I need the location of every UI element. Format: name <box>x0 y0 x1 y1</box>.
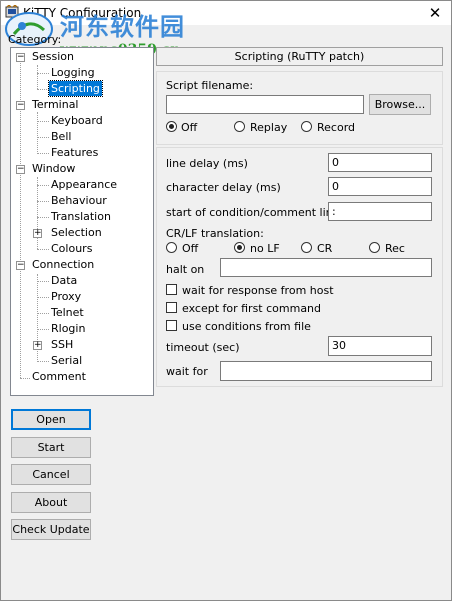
collapse-connection-icon[interactable]: − <box>16 261 25 270</box>
use-conditions-checkbox[interactable] <box>166 320 177 331</box>
tree-item-colours[interactable]: Colours <box>49 241 94 256</box>
tree-item-scripting[interactable]: Scripting <box>48 80 103 97</box>
tree-item-data[interactable]: Data <box>49 273 79 288</box>
timeout-input[interactable]: 30 <box>328 336 432 356</box>
script-filename-label: Script filename: <box>166 79 254 92</box>
crlf-rec-radio[interactable] <box>369 242 380 253</box>
tree-connector-line <box>37 329 49 330</box>
tree-item-selection[interactable]: Selection <box>49 225 104 240</box>
watermark-chinese-text: 河东软件园 <box>60 12 185 41</box>
mode-off-radio[interactable] <box>166 121 177 132</box>
tree-connector-line <box>37 185 49 186</box>
panel-header: Scripting (RuTTY patch) <box>156 47 443 66</box>
tree-connector-line <box>37 217 49 218</box>
tree-item-session[interactable]: Session <box>30 49 76 64</box>
line-delay-label: line delay (ms) <box>166 157 248 170</box>
tree-item-comment[interactable]: Comment <box>30 369 88 384</box>
tree-connector-line <box>37 65 38 89</box>
crlf-nolf-radio[interactable] <box>234 242 245 253</box>
tree-connector-line <box>37 281 49 282</box>
tree-connector-line <box>37 201 49 202</box>
category-label: Category: <box>8 33 62 46</box>
expand-selection-icon[interactable]: + <box>33 229 42 238</box>
mode-replay-label: Replay <box>250 121 288 134</box>
crlf-nolf-label: no LF <box>250 242 280 255</box>
browse-button[interactable]: Browse... <box>369 94 431 115</box>
crlf-rec-label: Rec <box>385 242 405 255</box>
crlf-cr-radio[interactable] <box>301 242 312 253</box>
halt-on-label: halt on <box>166 263 205 276</box>
except-first-label: except for first command <box>182 302 322 315</box>
tree-connector-line <box>37 112 38 152</box>
cond-comment-input[interactable]: : <box>328 202 432 221</box>
wait-response-label: wait for response from host <box>182 284 334 297</box>
timeout-label: timeout (sec) <box>166 341 240 354</box>
close-button[interactable]: ✕ <box>425 3 445 23</box>
tree-item-ssh[interactable]: SSH <box>49 337 75 352</box>
tree-item-bell[interactable]: Bell <box>49 129 73 144</box>
mode-replay-radio[interactable] <box>234 121 245 132</box>
except-first-checkbox[interactable] <box>166 302 177 313</box>
tree-item-proxy[interactable]: Proxy <box>49 289 83 304</box>
wait-for-label: wait for <box>166 365 208 378</box>
crlf-off-label: Off <box>182 242 199 255</box>
collapse-terminal-icon[interactable]: − <box>16 101 25 110</box>
tree-connector-line <box>37 249 49 250</box>
tree-item-terminal[interactable]: Terminal <box>30 97 81 112</box>
tree-connector-line <box>20 378 30 379</box>
mode-record-radio[interactable] <box>301 121 312 132</box>
tree-item-behaviour[interactable]: Behaviour <box>49 193 109 208</box>
tree-connector-line <box>37 89 49 90</box>
tree-item-keyboard[interactable]: Keyboard <box>49 113 105 128</box>
cancel-button[interactable]: Cancel <box>11 464 91 485</box>
tree-connector-line <box>37 153 49 154</box>
tree-item-features[interactable]: Features <box>49 145 100 160</box>
tree-item-logging[interactable]: Logging <box>49 65 97 80</box>
tree-item-appearance[interactable]: Appearance <box>49 177 119 192</box>
tree-item-connection[interactable]: Connection <box>30 257 96 272</box>
tree-item-window[interactable]: Window <box>30 161 77 176</box>
script-filename-input[interactable] <box>166 95 364 114</box>
expand-ssh-icon[interactable]: + <box>33 341 42 350</box>
tree-item-serial[interactable]: Serial <box>49 353 84 368</box>
tree-connector-line <box>37 177 38 249</box>
tree-connector-line <box>37 361 49 362</box>
collapse-session-icon[interactable]: − <box>16 53 25 62</box>
use-conditions-label: use conditions from file <box>182 320 311 333</box>
wait-response-checkbox[interactable] <box>166 284 177 295</box>
about-button[interactable]: About <box>11 492 91 513</box>
tree-connector-line <box>37 137 49 138</box>
char-delay-label: character delay (ms) <box>166 181 281 194</box>
open-button[interactable]: Open <box>11 409 91 430</box>
tree-item-telnet[interactable]: Telnet <box>49 305 86 320</box>
line-delay-input[interactable]: 0 <box>328 153 432 172</box>
check-update-button[interactable]: Check Update <box>11 519 91 540</box>
wait-for-input[interactable] <box>220 361 432 381</box>
crlf-translation-label: CR/LF translation: <box>166 227 264 240</box>
tree-connector-line <box>37 297 49 298</box>
tree-connector-line <box>37 121 49 122</box>
char-delay-input[interactable]: 0 <box>328 177 432 196</box>
tree-connector-line <box>37 73 49 74</box>
crlf-off-radio[interactable] <box>166 242 177 253</box>
mode-off-label: Off <box>181 121 198 134</box>
cond-comment-label: start of condition/comment line <box>166 206 340 219</box>
mode-record-label: Record <box>317 121 356 134</box>
crlf-cr-label: CR <box>317 242 333 255</box>
start-button[interactable]: Start <box>11 437 91 458</box>
tree-item-rlogin[interactable]: Rlogin <box>49 321 87 336</box>
tree-item-translation[interactable]: Translation <box>49 209 113 224</box>
halt-on-input[interactable] <box>220 258 432 277</box>
category-tree[interactable]: − − − + − + Session Logging Scripting Te… <box>10 47 154 396</box>
tree-connector-line <box>37 313 49 314</box>
collapse-window-icon[interactable]: − <box>16 165 25 174</box>
